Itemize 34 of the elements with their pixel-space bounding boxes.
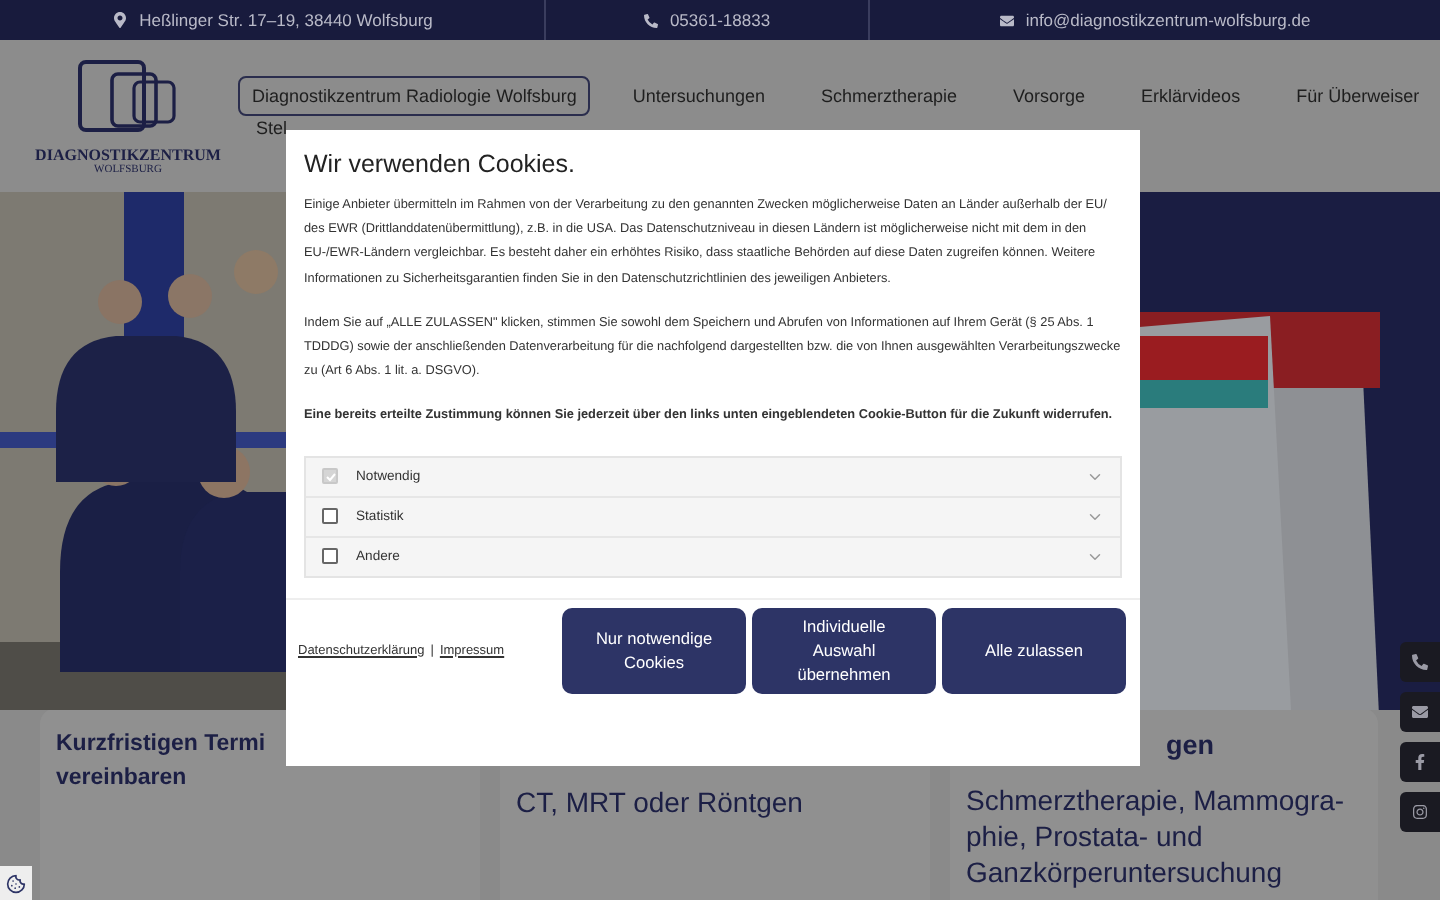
logo-icon (78, 60, 178, 136)
facebook-icon (1412, 754, 1428, 770)
instagram-button[interactable] (1400, 792, 1440, 832)
facebook-button[interactable] (1400, 742, 1440, 782)
phone-icon (643, 13, 658, 27)
instagram-icon (1412, 804, 1428, 820)
card-text: CT, MRT oder Röntgen (516, 784, 805, 820)
nav-link[interactable]: Diagnostikzentrum Radiologie Wolfsburg (238, 76, 591, 116)
nav-link[interactable]: Schmerztherapie (806, 76, 972, 116)
cookie-settings-button[interactable] (0, 866, 32, 900)
checkbox[interactable] (322, 548, 338, 565)
nav-link[interactable]: Stel (238, 118, 1434, 138)
nav-link[interactable]: Untersuchungen (618, 76, 779, 116)
logo-name: DIAGNOSTIKZENTRUM (35, 146, 221, 164)
nav-link[interactable]: Erklärvideos (1127, 76, 1255, 116)
mail-button[interactable] (1400, 692, 1440, 732)
card-text: Schmerztherapie, Mammogra-phie, Prostata- und Ganzkörperuntersuchung (966, 782, 1347, 890)
nav-link[interactable]: Für Überweiser (1282, 76, 1434, 116)
address-text: Heßlinger Str. 17–19, 38440 Wolfsburg (139, 10, 433, 30)
dialog-title: Wir verwenden Cookies. (304, 150, 577, 178)
email-link[interactable]: info@diagnostikzentrum-wolfsburg.de (1025, 10, 1311, 30)
card-title: Kurzfristigen Termi vereinbaren (56, 730, 268, 794)
map-pin-icon (111, 12, 128, 28)
card-title: gen (1164, 728, 1217, 762)
consent-button[interactable]: Alle zulassen (942, 607, 1126, 694)
mail-icon (1412, 704, 1428, 720)
phone-button[interactable] (1400, 642, 1440, 682)
consent-button[interactable]: Individuelle Auswahl übernehmen (752, 607, 936, 694)
nav-link[interactable]: Vorsorge (999, 76, 1100, 116)
checkbox[interactable] (322, 508, 338, 525)
phone-icon (1412, 654, 1428, 670)
consent-button[interactable]: Nur notwendige Cookies (562, 607, 746, 694)
mail-icon (999, 13, 1014, 27)
phone-link[interactable]: 05361-18833 (669, 10, 771, 30)
